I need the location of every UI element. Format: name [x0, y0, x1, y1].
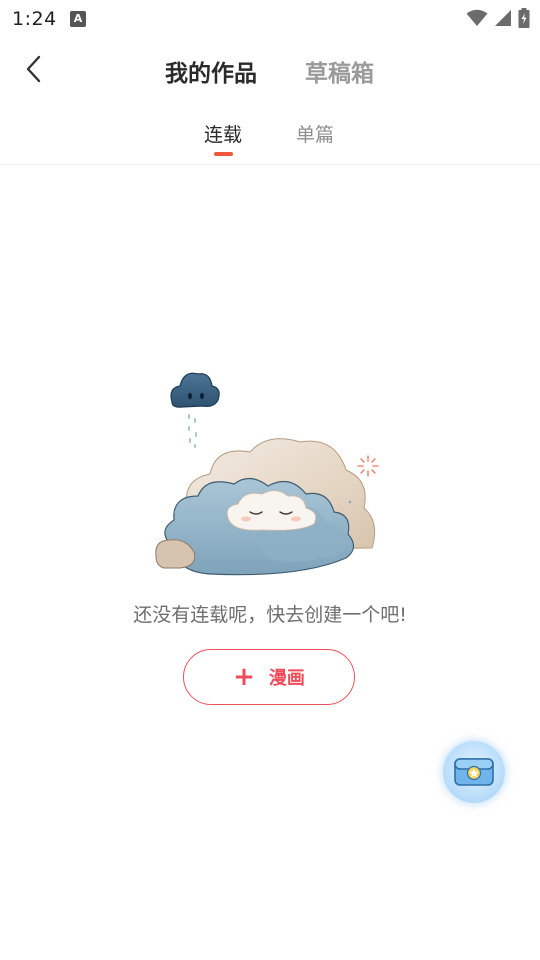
empty-state-message: 还没有连载呢，快去创建一个吧! — [133, 604, 407, 626]
tab-drafts[interactable]: 草稿箱 — [305, 54, 374, 88]
treasure-chest-icon — [454, 758, 494, 786]
status-bar: 1:24 A — [0, 0, 540, 38]
chevron-left-icon — [26, 55, 41, 83]
notification-badge: A — [70, 11, 86, 27]
tab-my-works[interactable]: 我的作品 — [165, 54, 257, 88]
create-manga-button[interactable]: + 漫画 — [183, 649, 355, 705]
my-works-page: 1:24 A 我的作品 草稿箱 连载 单篇 还没有连载呢，快去创建一个吧! + … — [0, 0, 540, 960]
sub-tab-bar: 连载 单篇 — [0, 100, 540, 165]
status-icons — [466, 8, 530, 28]
wifi-icon — [466, 9, 488, 26]
battery-icon — [518, 8, 530, 28]
tab-single[interactable]: 单篇 — [296, 120, 334, 147]
floating-chest-button[interactable] — [443, 741, 505, 803]
cell-signal-icon — [495, 10, 511, 26]
back-button[interactable] — [18, 52, 50, 86]
active-tab-indicator — [214, 152, 233, 156]
tab-serial[interactable]: 连载 — [204, 120, 242, 147]
top-header: 我的作品 草稿箱 — [0, 38, 540, 100]
plus-icon: + — [233, 662, 255, 692]
status-time: 1:24 — [12, 8, 57, 30]
sleeping-cloud-illustration — [155, 372, 379, 576]
create-manga-label: 漫画 — [268, 668, 305, 689]
